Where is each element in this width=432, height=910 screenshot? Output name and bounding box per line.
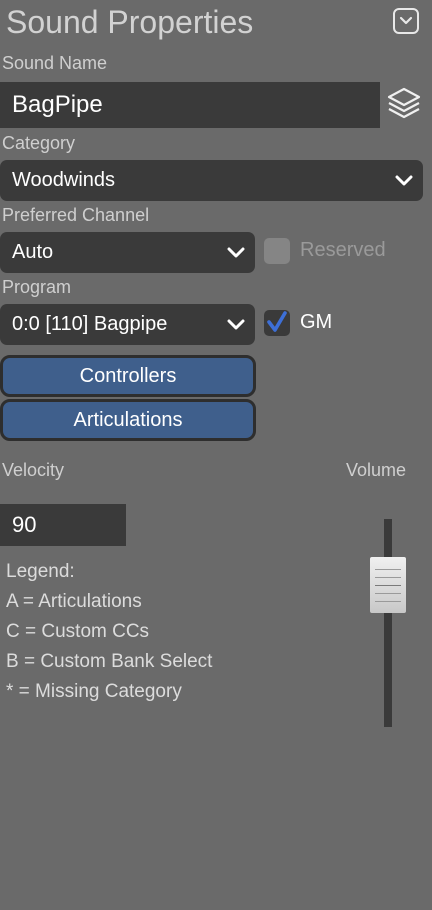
program-value: 0:0 [110] Bagpipe bbox=[12, 313, 168, 335]
chevron-down-icon bbox=[399, 16, 413, 25]
legend: Legend: A = Articulations C = Custom CCs… bbox=[6, 557, 212, 707]
layers-icon bbox=[387, 87, 421, 119]
legend-title: Legend: bbox=[6, 561, 75, 582]
checkmark-icon bbox=[267, 311, 287, 332]
volume-slider-track[interactable] bbox=[384, 519, 392, 727]
chevron-down-icon bbox=[227, 247, 245, 257]
category-value: Woodwinds bbox=[12, 169, 116, 191]
category-label: Category bbox=[2, 133, 76, 153]
reserved-label: Reserved bbox=[300, 239, 386, 261]
legend-item: * = Missing Category bbox=[6, 681, 182, 702]
volume-slider-thumb[interactable] bbox=[370, 557, 406, 613]
legend-item: A = Articulations bbox=[6, 591, 142, 612]
legend-item: C = Custom CCs bbox=[6, 621, 150, 642]
legend-item: B = Custom Bank Select bbox=[6, 651, 213, 672]
reserved-checkbox[interactable] bbox=[264, 238, 290, 264]
gm-checkbox[interactable] bbox=[264, 310, 290, 336]
velocity-label: Velocity bbox=[2, 460, 65, 480]
layers-button[interactable] bbox=[386, 85, 422, 121]
collapse-button[interactable] bbox=[393, 8, 419, 34]
category-select[interactable]: Woodwinds bbox=[0, 160, 423, 201]
chevron-down-icon bbox=[227, 319, 245, 329]
sound-name-input[interactable]: BagPipe bbox=[0, 82, 380, 128]
velocity-value: 90 bbox=[12, 512, 37, 537]
sound-name-value: BagPipe bbox=[12, 91, 103, 118]
controllers-button[interactable]: Controllers bbox=[0, 355, 256, 397]
program-label: Program bbox=[2, 277, 72, 297]
channel-value: Auto bbox=[12, 241, 54, 263]
velocity-input[interactable]: 90 bbox=[0, 504, 126, 546]
volume-label: Volume bbox=[346, 460, 407, 480]
preferred-channel-label: Preferred Channel bbox=[2, 205, 150, 225]
articulations-button[interactable]: Articulations bbox=[0, 399, 256, 441]
sound-name-label: Sound Name bbox=[2, 53, 108, 73]
program-select[interactable]: 0:0 [110] Bagpipe bbox=[0, 304, 255, 345]
panel-title: Sound Properties bbox=[6, 4, 254, 40]
chevron-down-icon bbox=[395, 175, 413, 185]
channel-select[interactable]: Auto bbox=[0, 232, 255, 273]
gm-label: GM bbox=[300, 311, 333, 333]
